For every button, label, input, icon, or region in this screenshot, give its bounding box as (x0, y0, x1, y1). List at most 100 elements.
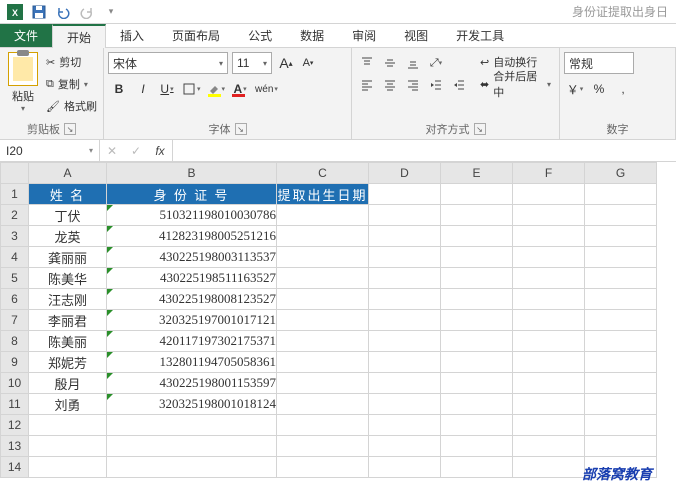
cell[interactable] (277, 457, 369, 478)
align-bottom-button[interactable] (402, 52, 424, 74)
cell[interactable] (513, 436, 585, 457)
cell[interactable] (369, 352, 441, 373)
orientation-button[interactable]: ⤢▾ (425, 52, 447, 74)
tab-file[interactable]: 文件 (0, 24, 52, 47)
cell[interactable]: 陈美丽 (29, 331, 107, 352)
cell[interactable]: 陈美华 (29, 268, 107, 289)
cell[interactable] (585, 247, 657, 268)
row-header[interactable]: 5 (1, 268, 29, 289)
cell[interactable] (585, 184, 657, 205)
cell[interactable] (585, 373, 657, 394)
font-name-select[interactable]: 宋体▾ (108, 52, 228, 74)
cell[interactable] (369, 226, 441, 247)
cell[interactable] (513, 310, 585, 331)
column-header[interactable]: C (277, 163, 369, 184)
row-header[interactable]: 8 (1, 331, 29, 352)
row-header[interactable]: 6 (1, 289, 29, 310)
cell[interactable] (107, 436, 277, 457)
name-box[interactable]: I20 ▾ (0, 140, 100, 161)
row-header[interactable]: 14 (1, 457, 29, 478)
cell[interactable] (277, 331, 369, 352)
font-size-select[interactable]: 11▾ (232, 52, 272, 74)
cell[interactable]: 430225198003113537 (107, 247, 277, 268)
cell[interactable]: 丁伏 (29, 205, 107, 226)
cell[interactable] (513, 289, 585, 310)
cell[interactable] (369, 310, 441, 331)
table-header-cell[interactable]: 姓 名 (29, 184, 107, 205)
cell[interactable] (441, 184, 513, 205)
cell[interactable] (513, 457, 585, 478)
decrease-indent-button[interactable] (425, 74, 447, 96)
cell[interactable] (369, 268, 441, 289)
cell[interactable] (585, 268, 657, 289)
cell[interactable] (441, 436, 513, 457)
row-header[interactable]: 1 (1, 184, 29, 205)
font-color-button[interactable]: A▾ (229, 78, 251, 100)
cell[interactable] (513, 268, 585, 289)
enter-formula-button[interactable]: ✓ (124, 144, 148, 158)
row-header[interactable]: 10 (1, 373, 29, 394)
align-left-button[interactable] (356, 74, 378, 96)
row-header[interactable]: 7 (1, 310, 29, 331)
cell[interactable] (441, 226, 513, 247)
cell[interactable] (585, 394, 657, 415)
cell[interactable] (277, 373, 369, 394)
cell[interactable]: 132801194705058361 (107, 352, 277, 373)
cell[interactable] (277, 289, 369, 310)
cell[interactable] (441, 289, 513, 310)
cell[interactable] (369, 373, 441, 394)
cell[interactable]: 320325197001017121 (107, 310, 277, 331)
border-button[interactable]: ▾ (180, 78, 203, 100)
cell[interactable] (277, 415, 369, 436)
cancel-formula-button[interactable]: ✕ (100, 144, 124, 158)
cell[interactable] (513, 247, 585, 268)
merge-center-button[interactable]: ⬌ 合并后居中 ▾ (476, 74, 555, 94)
save-button[interactable] (28, 2, 50, 22)
cell[interactable] (107, 415, 277, 436)
align-right-button[interactable] (402, 74, 424, 96)
row-header[interactable]: 12 (1, 415, 29, 436)
formula-input[interactable] (173, 140, 676, 161)
phonetic-guide-button[interactable]: wén▾ (253, 78, 280, 100)
tab-formulas[interactable]: 公式 (234, 24, 286, 47)
cell[interactable] (441, 394, 513, 415)
column-header[interactable]: G (585, 163, 657, 184)
tab-view[interactable]: 视图 (390, 24, 442, 47)
cell[interactable] (29, 415, 107, 436)
cell[interactable] (513, 352, 585, 373)
column-header[interactable]: D (369, 163, 441, 184)
cell[interactable] (369, 415, 441, 436)
cell[interactable] (277, 310, 369, 331)
cell[interactable]: 320325198001018124 (107, 394, 277, 415)
row-header[interactable]: 2 (1, 205, 29, 226)
cell[interactable] (369, 205, 441, 226)
bold-button[interactable]: B (108, 78, 130, 100)
underline-button[interactable]: U▾ (156, 78, 178, 100)
cell[interactable]: 龚丽丽 (29, 247, 107, 268)
copy-button[interactable]: ⧉ 复制 ▾ (46, 74, 97, 94)
cell[interactable] (441, 310, 513, 331)
cell[interactable] (513, 184, 585, 205)
font-dialog-launcher[interactable]: ↘ (235, 123, 247, 135)
cell[interactable] (441, 457, 513, 478)
cell[interactable] (513, 415, 585, 436)
cell[interactable] (585, 415, 657, 436)
column-header[interactable]: A (29, 163, 107, 184)
italic-button[interactable]: I (132, 78, 154, 100)
alignment-dialog-launcher[interactable]: ↘ (474, 123, 486, 135)
cell[interactable]: 刘勇 (29, 394, 107, 415)
cell[interactable] (369, 289, 441, 310)
cell[interactable] (441, 205, 513, 226)
clipboard-dialog-launcher[interactable]: ↘ (64, 123, 76, 135)
row-header[interactable]: 3 (1, 226, 29, 247)
tab-page-layout[interactable]: 页面布局 (158, 24, 234, 47)
cell[interactable] (513, 373, 585, 394)
decrease-font-button[interactable]: A▾ (298, 52, 318, 74)
cell[interactable] (585, 226, 657, 247)
cell[interactable] (441, 268, 513, 289)
row-header[interactable]: 11 (1, 394, 29, 415)
cell[interactable] (513, 226, 585, 247)
cell[interactable] (277, 436, 369, 457)
tab-review[interactable]: 审阅 (338, 24, 390, 47)
cell[interactable] (369, 331, 441, 352)
